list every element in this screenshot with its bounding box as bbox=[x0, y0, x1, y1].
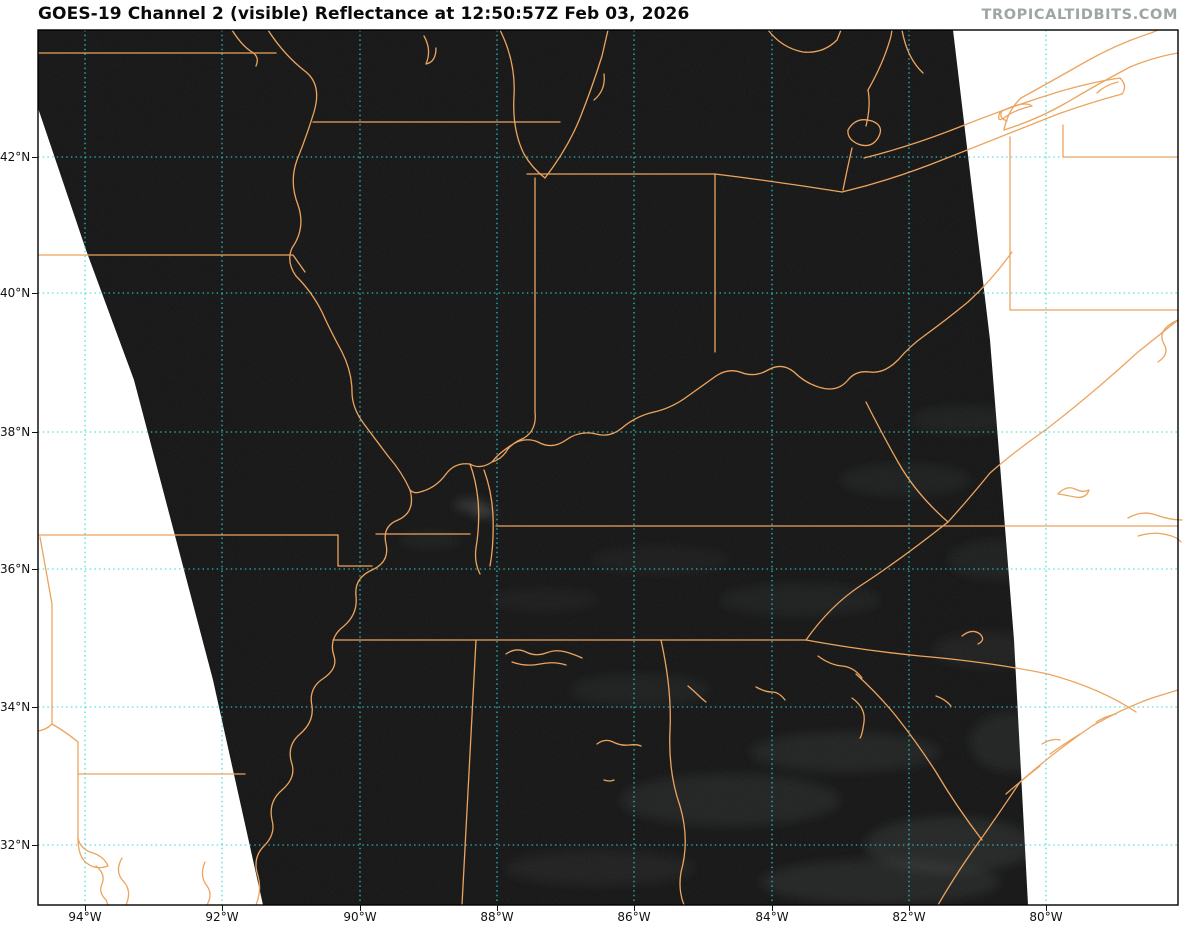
lon-tick-label: 82°W bbox=[881, 910, 937, 924]
lat-tick-label: 32°N bbox=[0, 838, 30, 852]
lat-tick bbox=[32, 569, 38, 570]
lon-tick-label: 80°W bbox=[1018, 910, 1074, 924]
satellite-map bbox=[0, 0, 1200, 929]
lat-tick bbox=[32, 157, 38, 158]
lat-tick bbox=[32, 293, 38, 294]
lat-tick-label: 42°N bbox=[0, 150, 30, 164]
lat-tick bbox=[32, 707, 38, 708]
lon-tick-label: 90°W bbox=[332, 910, 388, 924]
lat-tick-label: 34°N bbox=[0, 700, 30, 714]
watermark-text: TROPICALTIDBITS.COM bbox=[981, 7, 1178, 23]
lat-tick bbox=[32, 432, 38, 433]
lat-tick-label: 38°N bbox=[0, 425, 30, 439]
lon-tick-label: 92°W bbox=[194, 910, 250, 924]
page-root: { "header": { "title": "GOES-19 Channel … bbox=[0, 0, 1200, 929]
lon-tick-label: 88°W bbox=[469, 910, 525, 924]
page-title: GOES-19 Channel 2 (visible) Reflectance … bbox=[38, 4, 689, 24]
lat-tick-label: 36°N bbox=[0, 562, 30, 576]
lon-tick-label: 86°W bbox=[606, 910, 662, 924]
lat-tick-label: 40°N bbox=[0, 286, 30, 300]
lat-tick bbox=[32, 845, 38, 846]
lon-tick-label: 84°W bbox=[744, 910, 800, 924]
lon-tick-label: 94°W bbox=[57, 910, 113, 924]
